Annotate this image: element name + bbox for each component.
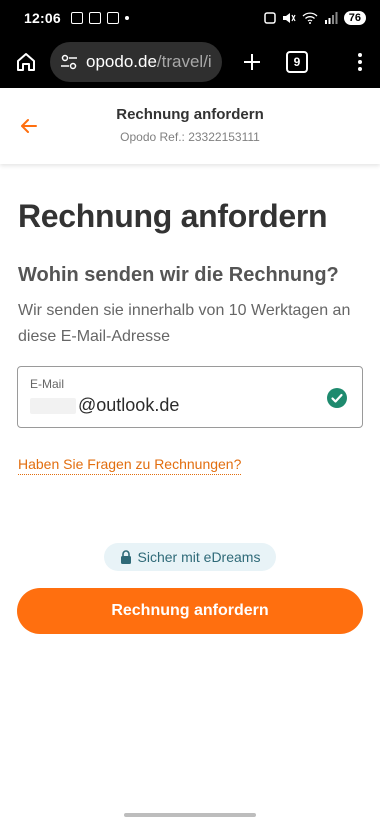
status-time: 12:06 [24, 10, 61, 26]
plus-icon [244, 54, 260, 70]
email-value[interactable]: @outlook.de [30, 395, 179, 416]
more-notifications-icon [124, 16, 129, 20]
battery-indicator: 76 [343, 11, 366, 25]
tune-icon[interactable] [60, 53, 78, 71]
request-invoice-button[interactable]: Rechnung anfordern [17, 588, 363, 634]
signal-icon [324, 12, 338, 24]
address-bar[interactable]: opodo.de/travel/i [50, 42, 222, 82]
url-domain: opodo.de [86, 52, 157, 71]
nfc-icon [264, 12, 276, 24]
system-icons: 76 [264, 11, 366, 25]
page-header: Rechnung anfordern Opodo Ref.: 233221531… [0, 88, 380, 164]
section-description: Wir senden sie innerhalb von 10 Werktage… [18, 302, 351, 345]
status-bar: 12:06 76 [0, 0, 380, 36]
more-vert-icon[interactable] [348, 44, 372, 80]
lock-icon [120, 550, 131, 564]
browser-toolbar: opodo.de/travel/i 9 [0, 36, 380, 88]
email-label: E-Mail [30, 377, 65, 391]
section-title: Wohin senden wir die Rechnung? [18, 264, 339, 286]
notification-icons [70, 12, 129, 24]
home-button[interactable] [8, 44, 44, 80]
secure-badge: Sicher mit eDreams [104, 543, 276, 571]
screenshot-icon [70, 12, 83, 24]
check-circle-icon [327, 388, 347, 408]
new-tab-button[interactable] [234, 44, 270, 80]
tab-switcher-button[interactable]: 9 [286, 51, 308, 73]
gesture-bar[interactable] [124, 813, 256, 817]
app-notification-icon [88, 12, 101, 24]
url-path: /travel/i [156, 52, 212, 71]
app-notification-icon-2 [106, 12, 119, 24]
wifi-icon [302, 12, 318, 24]
secure-badge-label: Sicher mit eDreams [137, 549, 261, 565]
booking-reference: Opodo Ref.: 23322153111 [120, 130, 260, 144]
email-field[interactable]: E-Mail @outlook.de [17, 366, 363, 428]
page-title: Rechnung anfordern [18, 198, 328, 234]
header-title: Rechnung anfordern [116, 106, 264, 123]
email-domain: @outlook.de [78, 395, 180, 415]
mute-icon [282, 13, 296, 23]
home-icon [17, 53, 35, 71]
redacted-text [30, 397, 76, 414]
invoice-faq-link[interactable]: Haben Sie Fragen zu Rechnungen? [18, 456, 242, 475]
url-text: opodo.de/travel/i [86, 52, 212, 72]
